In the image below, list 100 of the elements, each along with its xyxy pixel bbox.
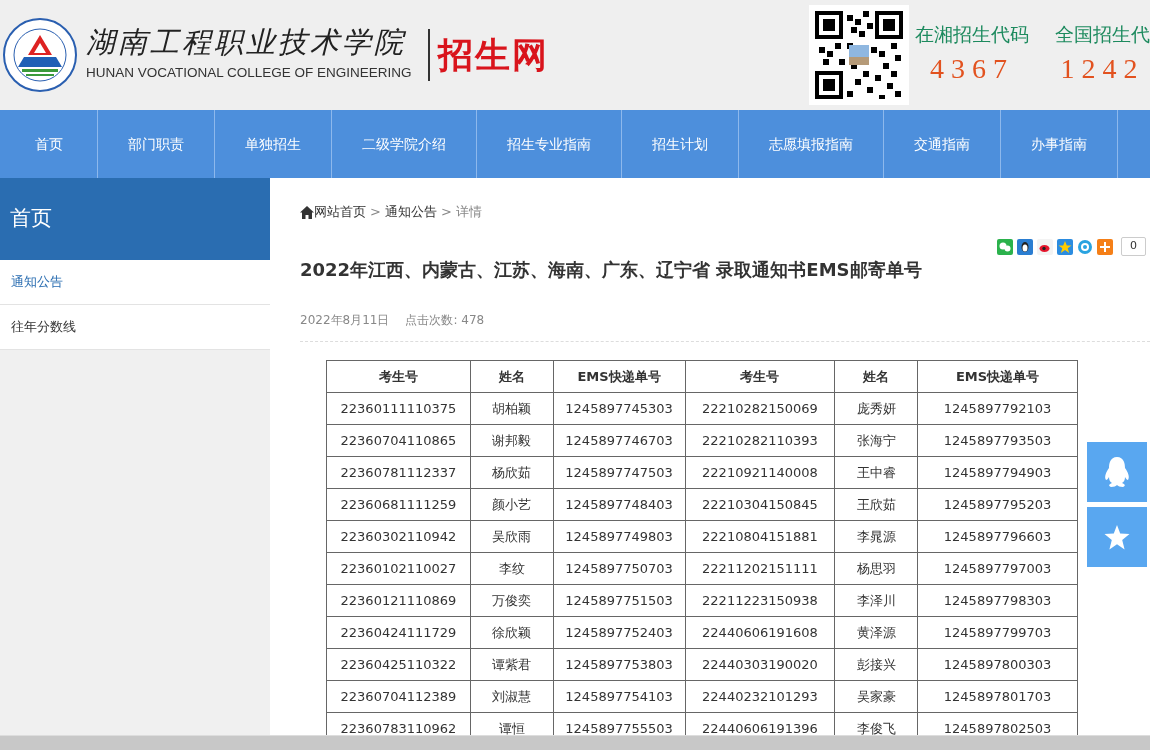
table-cell: 1245897748403	[553, 488, 686, 521]
table-cell: 王欣茹	[834, 488, 918, 521]
table-cell: 1245897753803	[553, 648, 686, 681]
horizontal-scrollbar[interactable]	[0, 735, 1150, 750]
table-cell: 吴欣雨	[470, 520, 554, 553]
table-cell: 1245897754103	[553, 680, 686, 713]
table-cell: 22210282150069	[685, 392, 835, 425]
table-cell: 1245897792103	[917, 392, 1078, 425]
breadcrumb-separator: >	[440, 203, 452, 221]
table-cell: 22360704110865	[326, 424, 471, 457]
star-share-icon[interactable]	[1057, 239, 1073, 255]
table-cell: 1245897797003	[917, 552, 1078, 585]
table-cell: 22440303190020	[685, 648, 835, 681]
table-cell: 李纹	[470, 552, 554, 585]
column-header: EMS快递单号	[553, 360, 686, 393]
qr-code-icon	[815, 11, 903, 99]
table-cell: 谭紫君	[470, 648, 554, 681]
table-cell: 22360425110322	[326, 648, 471, 681]
site-name: 招生网	[437, 33, 549, 77]
column-header: 姓名	[834, 360, 918, 393]
table-cell: 颜小艺	[470, 488, 554, 521]
table-cell: 1245897796603	[917, 520, 1078, 553]
nav-link[interactable]: 志愿填报指南	[739, 110, 884, 178]
admission-code-label: 全国招生代	[1055, 21, 1150, 47]
plus-share-icon[interactable]	[1097, 239, 1113, 255]
column-header: 姓名	[470, 360, 554, 393]
nav-link[interactable]: 办事指南	[1001, 110, 1118, 178]
column-header: 考生号	[326, 360, 471, 393]
school-name-english: HUNAN VOCATIONAL COLLEGE OF ENGINEERING	[86, 63, 412, 82]
table-cell: 吴家豪	[834, 680, 918, 713]
table-cell: 22211202151111	[685, 552, 835, 585]
favorite-button[interactable]	[1087, 507, 1147, 567]
sidebar-item[interactable]: 往年分数线	[0, 305, 270, 350]
school-name: 湖南工程职业技术学院	[86, 26, 407, 59]
table-cell: 22360704112389	[326, 680, 471, 713]
table-cell: 1245897750703	[553, 552, 686, 585]
star-icon	[1104, 524, 1130, 550]
table-cell: 22360111110375	[326, 392, 471, 425]
table-cell: 张海宁	[834, 424, 918, 457]
table-cell: 1245897751503	[553, 584, 686, 617]
table-cell: 22440606191608	[685, 616, 835, 649]
weibo-share-icon[interactable]	[1037, 239, 1053, 255]
table-cell: 谢邦毅	[470, 424, 554, 457]
table-cell: 1245897793503	[917, 424, 1078, 457]
penguin-icon	[1102, 456, 1132, 488]
table-cell: 22210921140008	[685, 456, 835, 489]
qq-share-icon[interactable]	[1017, 239, 1033, 255]
table-cell: 1245897752403	[553, 616, 686, 649]
nav-link[interactable]: 交通指南	[884, 110, 1001, 178]
breadcrumb-current: 详情	[455, 203, 482, 221]
table-cell: 22210804151881	[685, 520, 835, 553]
table-cell: 1245897749803	[553, 520, 686, 553]
table-cell: 万俊奕	[470, 584, 554, 617]
table-cell: 22360121110869	[326, 584, 471, 617]
table-cell: 刘淑慧	[470, 680, 554, 713]
column-header: EMS快递单号	[917, 360, 1078, 393]
table-cell: 1245897798303	[917, 584, 1078, 617]
table-cell: 彭接兴	[834, 648, 918, 681]
table-cell: 1245897746703	[553, 424, 686, 457]
table-cell: 1245897745303	[553, 392, 686, 425]
table-cell: 胡柏颖	[470, 392, 554, 425]
table-cell: 22360424111729	[326, 616, 471, 649]
table-cell: 李晁源	[834, 520, 918, 553]
breadcrumb-link[interactable]: 通知公告	[384, 202, 437, 222]
table-cell: 1245897799703	[917, 616, 1078, 649]
sidebar-item[interactable]: 通知公告	[0, 260, 270, 305]
table-cell: 1245897795203	[917, 488, 1078, 521]
table-cell: 22360681111259	[326, 488, 471, 521]
admission-code-label: 在湘招生代码	[915, 21, 1029, 47]
table-cell: 1245897794903	[917, 456, 1078, 489]
sidebar-title: 首页	[0, 178, 270, 260]
home-icon	[300, 206, 314, 219]
admission-code: 1242	[1060, 52, 1145, 87]
table-cell: 1245897800303	[917, 648, 1078, 681]
publish-date: 2022年8月11日	[300, 312, 390, 329]
table-cell: 22210304150845	[685, 488, 835, 521]
table-cell: 杨欣茹	[470, 456, 554, 489]
table-cell: 22211223150938	[685, 584, 835, 617]
qq-contact-button[interactable]	[1087, 442, 1147, 502]
nav-link[interactable]: 二级学院介绍	[332, 110, 477, 178]
table-cell: 徐欣颖	[470, 616, 554, 649]
table-cell: 22360102110027	[326, 552, 471, 585]
nav-link[interactable]: 招生计划	[622, 110, 739, 178]
table-cell: 杨思羽	[834, 552, 918, 585]
table-cell: 22210282110393	[685, 424, 835, 457]
table-cell: 22360781112337	[326, 456, 471, 489]
table-cell: 王中睿	[834, 456, 918, 489]
table-cell: 22440232101293	[685, 680, 835, 713]
table-cell: 黄泽源	[834, 616, 918, 649]
article-title: 2022年江西、内蒙古、江苏、海南、广东、辽宁省 录取通知书EMS邮寄单号	[300, 258, 923, 282]
circle-share-icon[interactable]	[1077, 239, 1093, 255]
table-cell: 李泽川	[834, 584, 918, 617]
nav-link[interactable]: 招生专业指南	[477, 110, 622, 178]
breadcrumb-separator: >	[370, 203, 381, 221]
breadcrumb-link[interactable]: 网站首页	[314, 202, 366, 222]
column-header: 考生号	[685, 360, 835, 393]
view-count: 点击次数: 478	[405, 312, 485, 329]
admission-code: 4367	[930, 52, 1014, 87]
table-cell: 22360302110942	[326, 520, 471, 553]
table-cell: 庞秀妍	[834, 392, 918, 425]
